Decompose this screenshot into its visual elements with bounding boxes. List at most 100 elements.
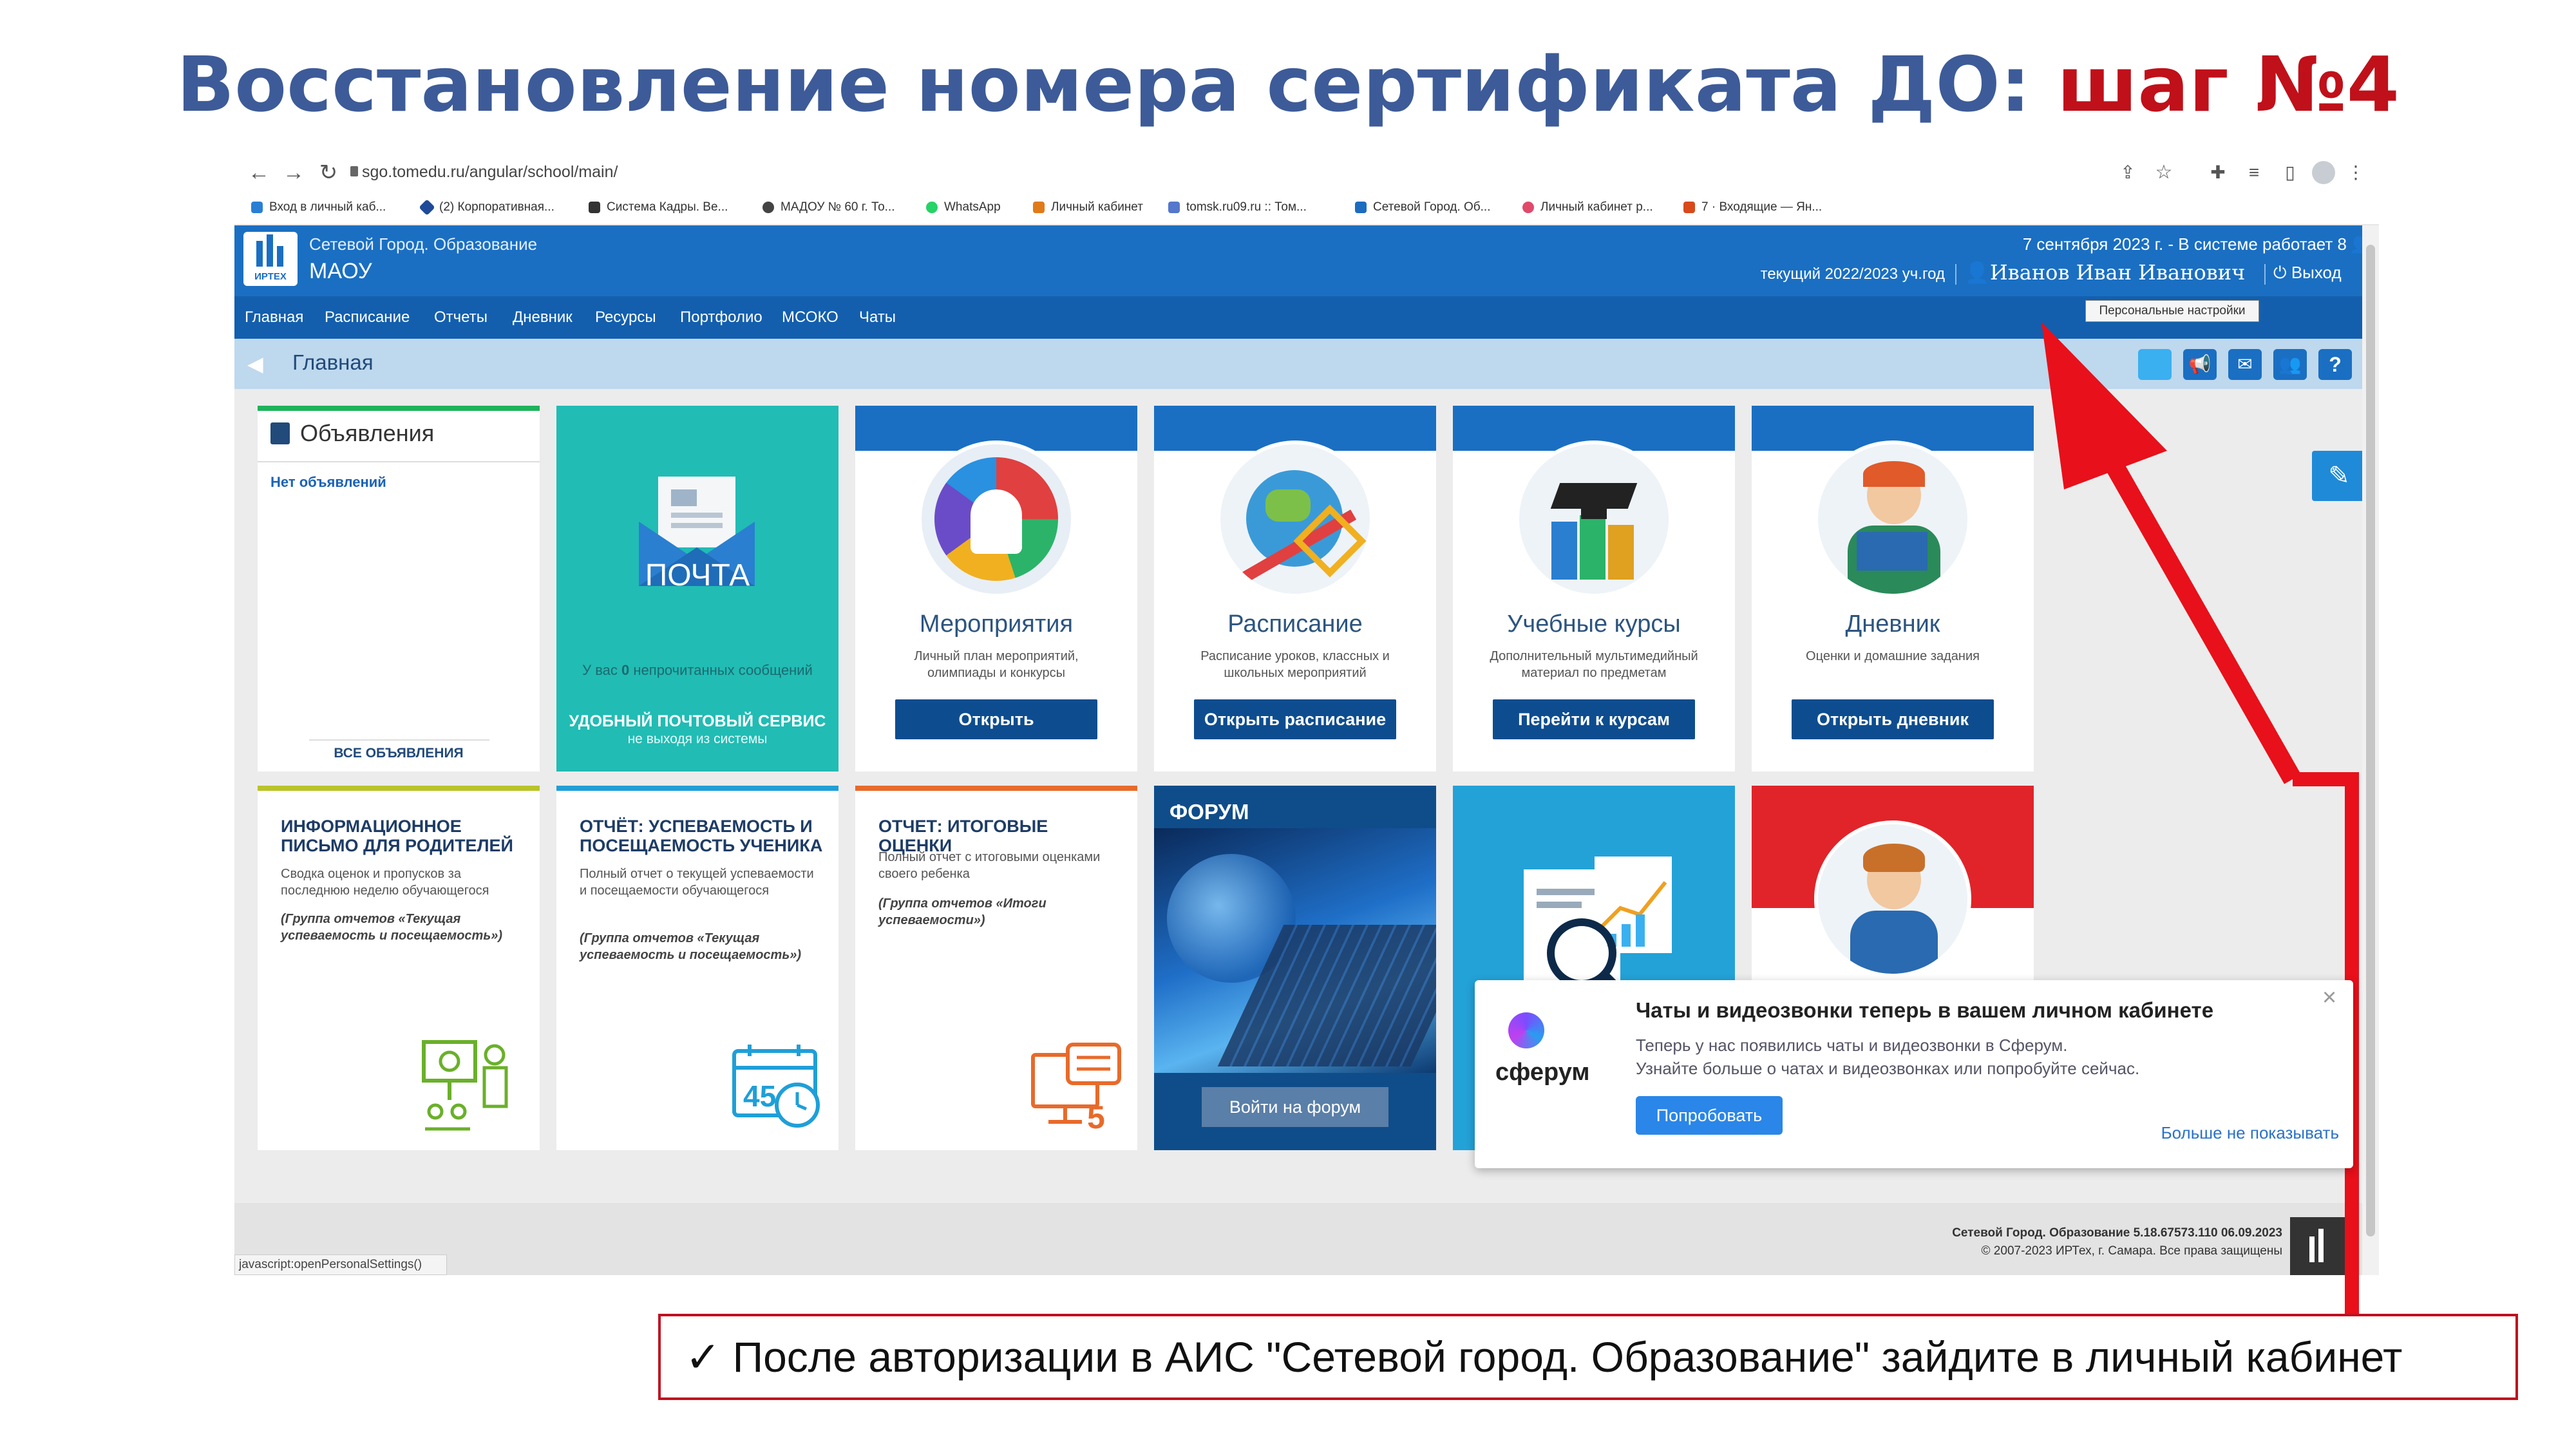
schedule-image (1220, 444, 1370, 594)
menu-item-diary[interactable]: Дневник (513, 296, 573, 339)
schedule-title: Расписание (1227, 611, 1363, 638)
back-arrow-icon[interactable]: ◀ (247, 353, 273, 375)
report-final-desc: Полный отчет с итоговыми оценками своего… (878, 850, 1101, 881)
magic-wand-icon[interactable]: ✎ (2312, 451, 2366, 501)
no-announcements: Нет объявлений (270, 474, 386, 490)
dismiss-link[interactable]: Больше не показывать (2126, 1123, 2339, 1143)
extension-icon[interactable]: ✚ (2205, 160, 2231, 185)
menu-item-resources[interactable]: Ресурсы (595, 296, 656, 339)
diary-title: Дневник (1845, 611, 1940, 638)
forward-icon[interactable]: → (281, 160, 307, 185)
tile-report-progress[interactable]: ОТЧЁТ: УСПЕВАЕМОСТЬ И ПОСЕЩАЕМОСТЬ УЧЕНИ… (556, 786, 838, 1150)
sferum-icon[interactable] (2138, 349, 2172, 380)
tile-info-letter[interactable]: ИНФОРМАЦИОННОЕ ПИСЬМО ДЛЯ РОДИТЕЛЕЙ Свод… (258, 786, 540, 1150)
bookmark-7[interactable]: tomsk.ru09.ru :: Том... (1168, 194, 1307, 220)
main-menu: Главная Расписание Отчеты Дневник Ресурс… (234, 296, 2379, 339)
user-profile-link[interactable]: 👤Иванов Иван Иванович (1964, 260, 2245, 285)
power-icon: ⏻ (2273, 263, 2287, 282)
diary-open-button[interactable]: Открыть дневник (1792, 699, 1994, 739)
bookmark-9[interactable]: Личный кабинет р... (1522, 194, 1653, 220)
app-logo[interactable]: ИРТЕХ (243, 232, 298, 286)
tile-mail[interactable]: ПОЧТА У вас 0 непрочитанных сообщений УД… (556, 406, 838, 772)
menu-item-msoko[interactable]: МСОКО (782, 296, 838, 339)
star-icon[interactable]: ☆ (2151, 160, 2177, 185)
bookmark-1[interactable]: Вход в личный каб... (251, 194, 386, 220)
svg-text:45: 45 (743, 1079, 776, 1113)
report-progress-desc: Полный отчет о текущей успеваемости и по… (580, 867, 814, 898)
menu-item-portfolio[interactable]: Портфолио (680, 296, 762, 339)
instruction-text: ✓ После авторизации в АИС "Сетевой город… (685, 1316, 2402, 1397)
footer-logo (2290, 1217, 2345, 1275)
slide-title-step: шаг №4 (2057, 40, 2400, 129)
menu-item-reports[interactable]: Отчеты (434, 296, 488, 339)
popup-line2: Узнайте больше о чатах и видеозвонках ил… (1636, 1059, 2140, 1078)
events-image (922, 444, 1071, 594)
events-title: Мероприятия (919, 611, 1074, 638)
forum-enter-button[interactable]: Войти на форум (1202, 1087, 1388, 1127)
courses-open-button[interactable]: Перейти к курсам (1493, 699, 1695, 739)
schedule-open-button[interactable]: Открыть расписание (1194, 699, 1396, 739)
close-icon[interactable]: × (2322, 984, 2336, 1012)
bookmark-5[interactable]: WhatsApp (926, 194, 1001, 220)
divider (258, 461, 540, 462)
reload-icon[interactable]: ↻ (316, 160, 341, 185)
reading-list-icon[interactable]: ≡ (2241, 160, 2267, 185)
lock-icon (350, 166, 358, 176)
back-icon[interactable]: ← (246, 160, 272, 185)
mail-service: УДОБНЫЙ ПОЧТОВЫЙ СЕРВИС (569, 712, 826, 730)
logout-link[interactable]: ⏻ Выход (2273, 263, 2342, 283)
mail-unread-prefix: У вас (582, 662, 618, 678)
schedule-desc: Расписание уроков, классных и школьных м… (1200, 649, 1390, 680)
info-letter-title: ИНФОРМАЦИОННОЕ ПИСЬМО ДЛЯ РОДИТЕЛЕЙ (281, 817, 513, 855)
instruction-callout: ✓ После авторизации в АИС "Сетевой город… (658, 1314, 2518, 1400)
brand-line2: МАОУ (309, 259, 372, 283)
menu-item-chats[interactable]: Чаты (859, 296, 896, 339)
scrollbar-thumb[interactable] (2366, 245, 2375, 1236)
scrollbar[interactable] (2362, 225, 2379, 1275)
report-final-group: (Группа отчетов «Итоги успеваемости») (878, 896, 1046, 927)
date-line: 7 сентября 2023 г. - В системе работает … (2022, 234, 2347, 254)
share-icon[interactable]: ⇪ (2115, 160, 2141, 185)
browser-toolbar: ← → ↻ sgo.tomedu.ru/angular/school/main/… (234, 149, 2379, 225)
sidebar-icon[interactable]: ▯ (2277, 160, 2303, 185)
info-letter-group: (Группа отчетов «Текущая успеваемость и … (281, 912, 502, 943)
logo-text: ИРТЕХ (254, 271, 287, 282)
tile-forum[interactable]: ФОРУМ Войти на форум (1154, 786, 1436, 1150)
help-icon[interactable]: ? (2318, 349, 2352, 380)
all-announcements-link[interactable]: ВСЕ ОБЪЯВЛЕНИЯ (258, 746, 540, 761)
menu-item-schedule[interactable]: Расписание (325, 296, 410, 339)
tile-schedule: Расписание Расписание уроков, классных и… (1154, 406, 1436, 772)
menu-icon[interactable]: ⋮ (2343, 160, 2369, 185)
user-icon: 👤 (1964, 260, 1990, 285)
try-button[interactable]: Попробовать (1636, 1096, 1783, 1135)
bookmark-10[interactable]: 7 · Входящие — Ян... (1683, 194, 1822, 220)
bookmark-6[interactable]: Личный кабинет (1033, 194, 1143, 220)
profile-icon[interactable] (2312, 161, 2335, 184)
menu-item-main[interactable]: Главная (245, 296, 303, 339)
diary-desc: Оценки и домашние задания (1806, 649, 1980, 663)
bookmark-4[interactable]: МАДОУ № 60 г. То... (762, 194, 895, 220)
diary-image (1818, 444, 1967, 594)
events-open-button[interactable]: Открыть (895, 699, 1097, 739)
divider-2 (309, 739, 489, 741)
mail-service-sub: не выходя из системы (627, 732, 768, 746)
instruction-label: После авторизации в АИС "Сетевой город. … (732, 1333, 2403, 1381)
svg-text:5: 5 (1087, 1099, 1105, 1132)
courses-title: Учебные курсы (1507, 611, 1681, 638)
profile-image (1818, 824, 1967, 974)
bookmark-3[interactable]: Система Кадры. Ве... (589, 194, 728, 220)
bookmark-2[interactable]: (2) Корпоративная... (419, 194, 554, 220)
mail-unread: У вас 0 непрочитанных сообщений (576, 662, 819, 679)
bookmark-8[interactable]: Сетевой Город. Об... (1355, 194, 1491, 220)
sferum-popup: сферум Чаты и видеозвонки теперь в вашем… (1475, 980, 2353, 1168)
address-bar[interactable]: sgo.tomedu.ru/angular/school/main/ (362, 157, 2230, 187)
app-footer: Сетевой Город. Образование 5.18.67573.11… (234, 1203, 2379, 1275)
announcement-icon[interactable]: 📢 (2183, 349, 2217, 380)
footer-line1: Сетевой Город. Образование 5.18.67573.11… (1952, 1226, 2282, 1240)
header-divider-2 (2264, 264, 2266, 285)
brand-line1: Сетевой Город. Образование (309, 234, 538, 254)
forum-image (1154, 828, 1436, 1073)
users-icon[interactable]: 👥 (2273, 349, 2307, 380)
mail-icon[interactable]: ✉ (2228, 349, 2262, 380)
tile-report-final[interactable]: ОТЧЕТ: ИТОГОВЫЕ ОЦЕНКИ Полный отчет с ит… (855, 786, 1137, 1150)
